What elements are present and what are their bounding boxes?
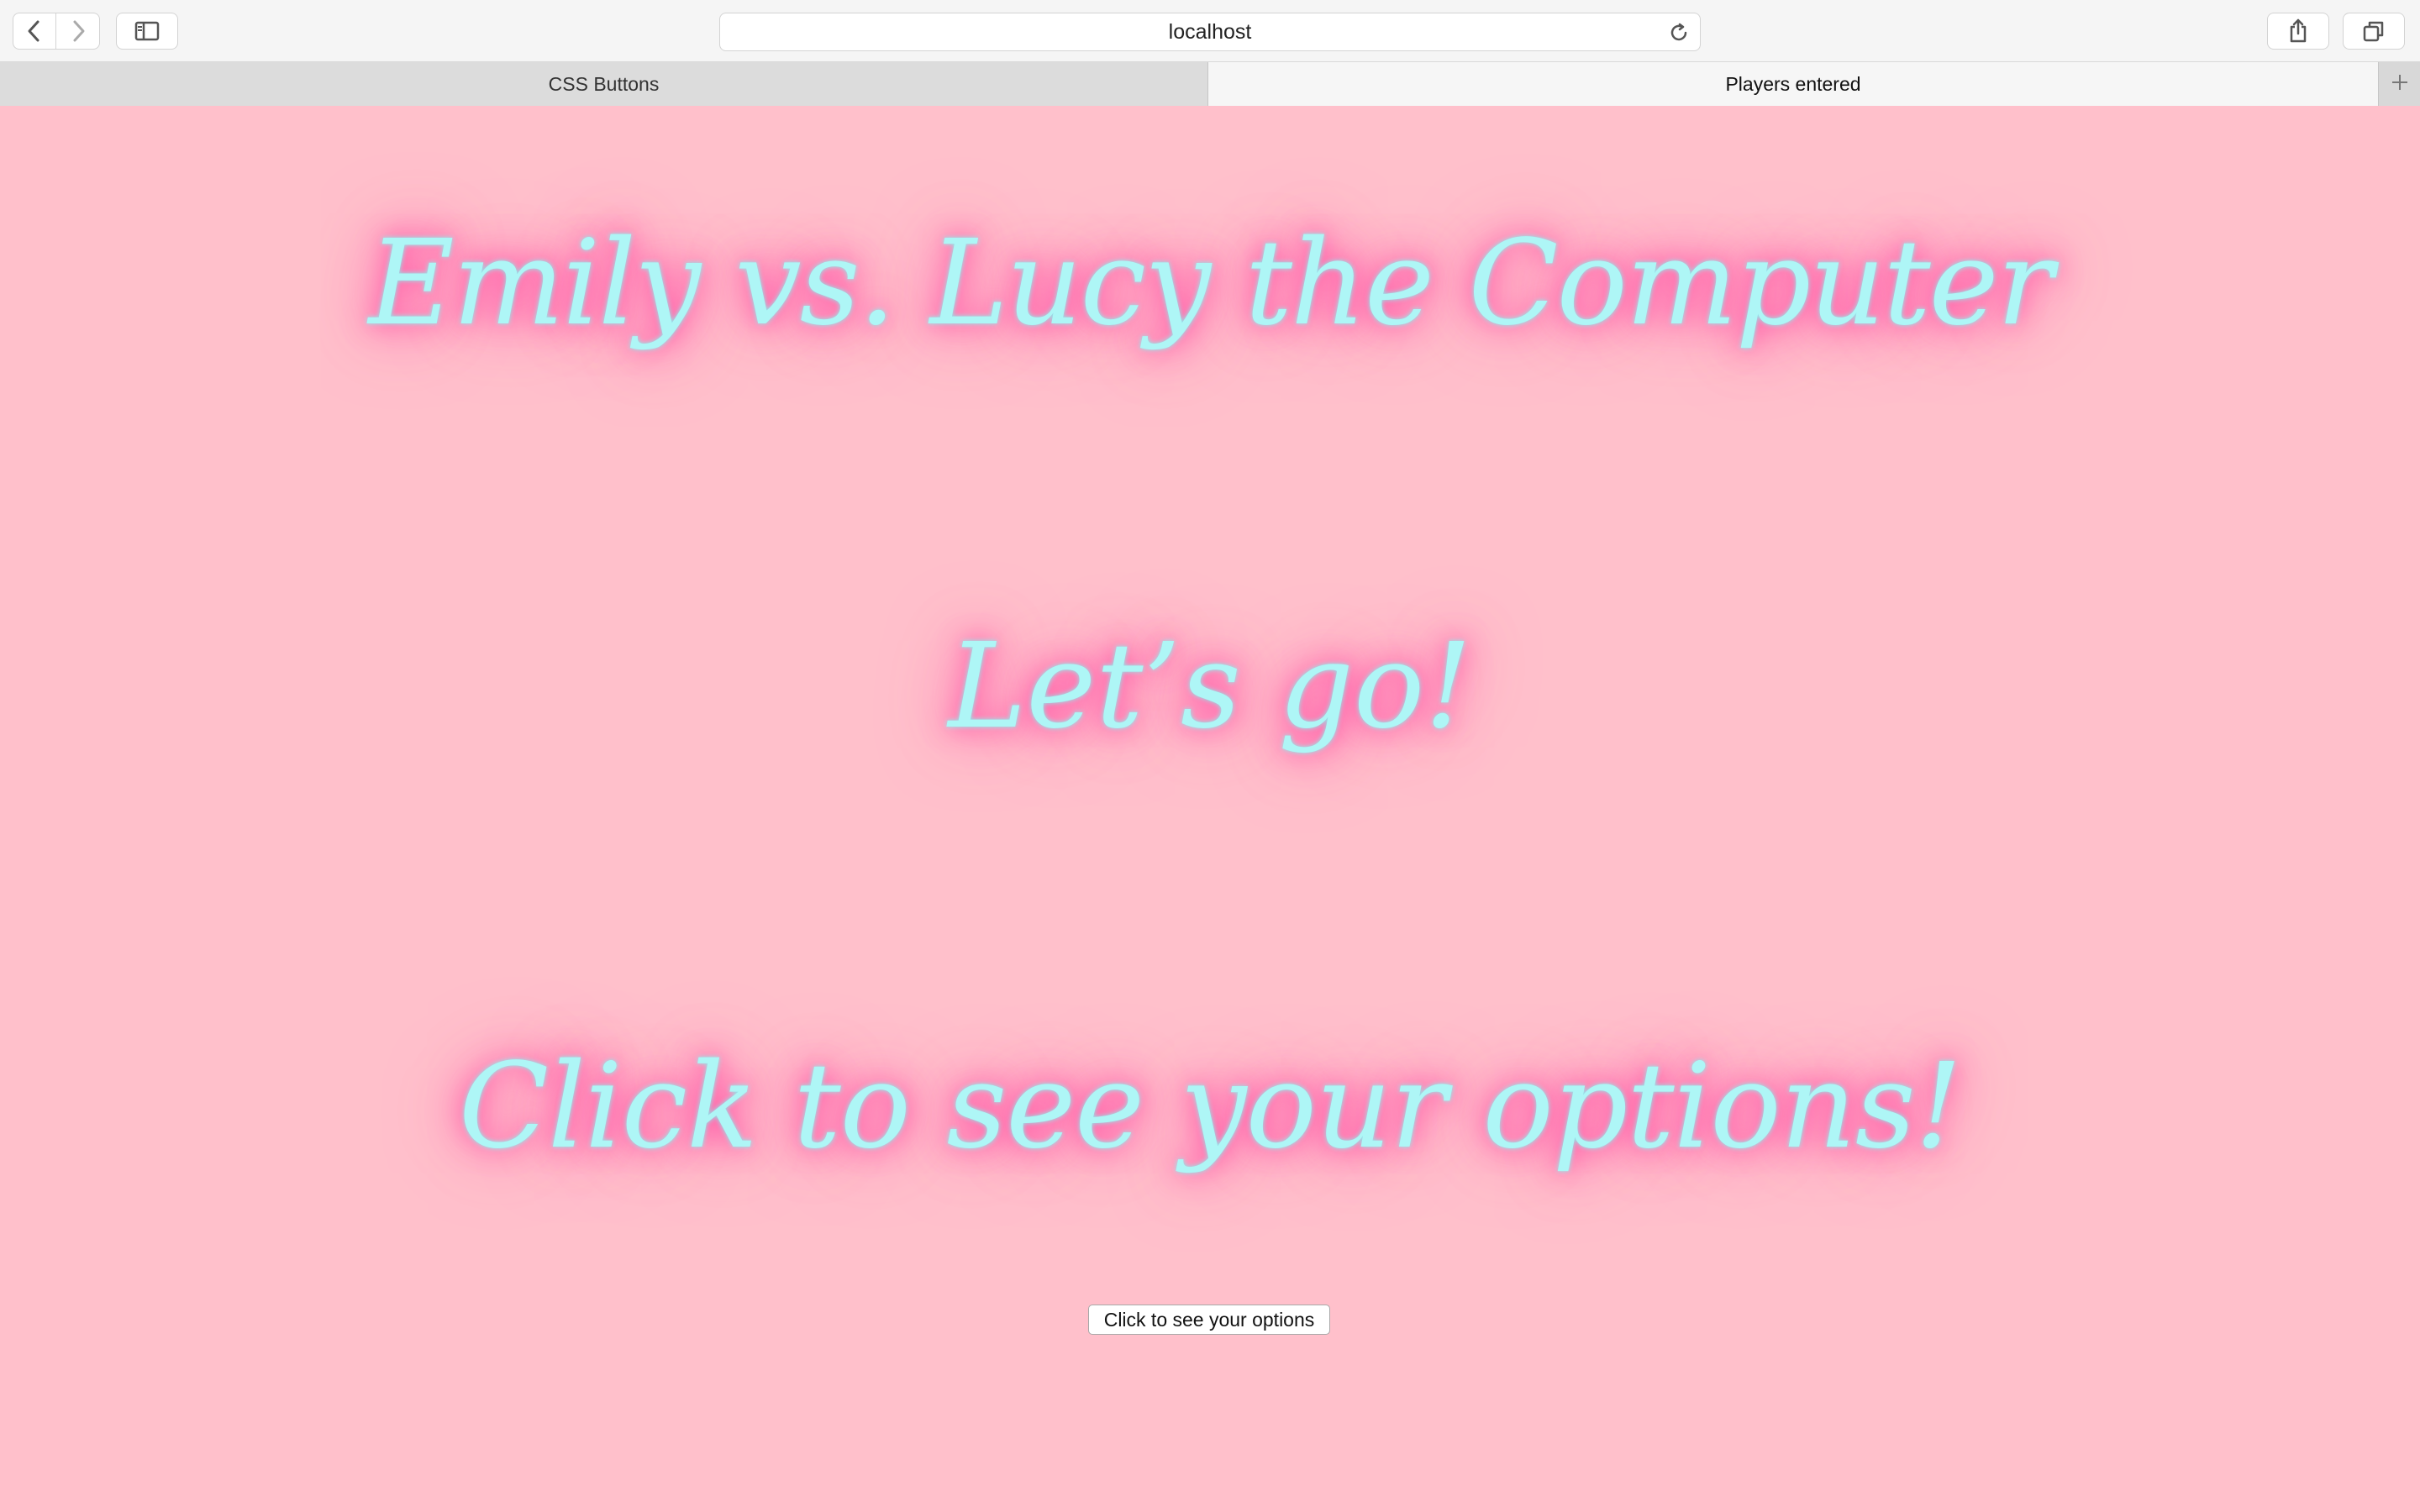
see-options-button[interactable]: Click to see your options (1088, 1305, 1330, 1335)
chevron-left-icon (26, 19, 43, 43)
tabs-overview-icon (2363, 20, 2385, 42)
plus-icon (2391, 73, 2409, 96)
new-tab-button[interactable] (2378, 62, 2420, 106)
tabs-overview-button[interactable] (2343, 13, 2405, 50)
back-button[interactable] (13, 13, 56, 50)
page-content: Emily vs. Lucy the Computer Let’s go! Cl… (0, 106, 2420, 1512)
forward-button[interactable] (56, 13, 100, 50)
share-icon (2288, 18, 2308, 44)
tab-label: CSS Buttons (548, 72, 660, 95)
tab-players-entered[interactable]: Players entered (1208, 62, 2378, 106)
share-button[interactable] (2267, 13, 2329, 50)
address-text: localhost (1168, 19, 1252, 44)
sidebar-icon (134, 21, 160, 41)
address-bar[interactable]: localhost (719, 13, 1701, 51)
reload-icon[interactable] (1668, 22, 1690, 48)
lets-go-heading: Let’s go! (948, 618, 1472, 755)
tab-label: Players entered (1725, 72, 1861, 95)
tab-strip: CSS Buttons Players entered (0, 62, 2420, 106)
chevron-right-icon (70, 19, 87, 43)
tab-css-buttons[interactable]: CSS Buttons (0, 62, 1208, 106)
sidebar-button[interactable] (116, 13, 178, 50)
browser-toolbar: localhost (0, 0, 2420, 62)
players-heading: Emily vs. Lucy the Computer (368, 215, 2054, 352)
click-options-heading: Click to see your options! (459, 1038, 1962, 1175)
browser-window: localhost CSS Buttons Players entered Em… (0, 0, 2420, 1512)
